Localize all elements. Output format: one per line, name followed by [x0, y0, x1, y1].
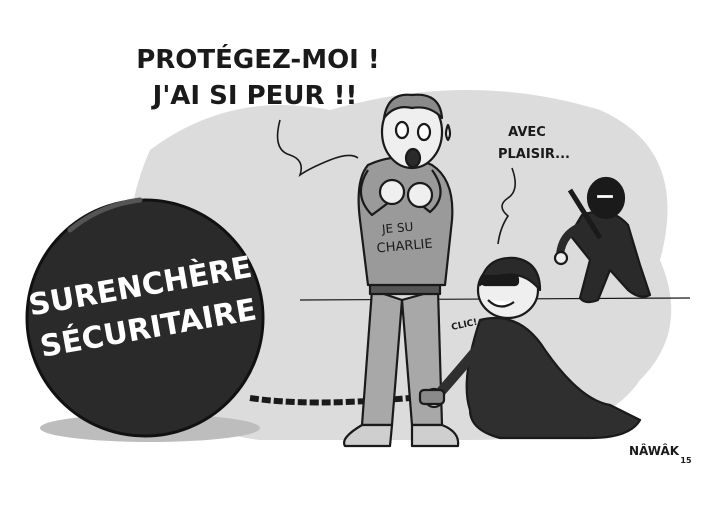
- speech-left-line1: PROTÉGEZ-MOI !: [136, 43, 380, 75]
- man-mouth: [404, 147, 422, 169]
- man-right-fist: [406, 181, 434, 209]
- speech-left-line2: J'AI SI PEUR !!: [151, 81, 358, 111]
- cartoon-illustration: SURENCHÈRE SÉCURITAIRE JE SU CHARLIE CLI…: [0, 0, 720, 507]
- agent-sunglasses: [480, 274, 520, 287]
- signature-year: 15: [680, 456, 692, 465]
- man-eye-left: [394, 120, 410, 140]
- speech-right-line1: AVEC: [508, 125, 546, 140]
- man-left-fist: [378, 178, 406, 206]
- man-eye-right: [416, 122, 432, 142]
- signature-name: NÂWÂK: [629, 443, 680, 458]
- shackle: [418, 388, 446, 406]
- man-sweat-drop: [444, 123, 452, 142]
- gunman-hand: [553, 250, 569, 266]
- speech-right-line2: PLAISIR...: [498, 147, 570, 162]
- cartoon-canvas: SURENCHÈRE SÉCURITAIRE JE SU CHARLIE CLI…: [25, 43, 692, 465]
- shirt-text-line1: JE SU: [380, 220, 413, 237]
- gunman-eye-slit: [594, 192, 616, 201]
- artist-signature: NÂWÂK 15: [629, 443, 692, 465]
